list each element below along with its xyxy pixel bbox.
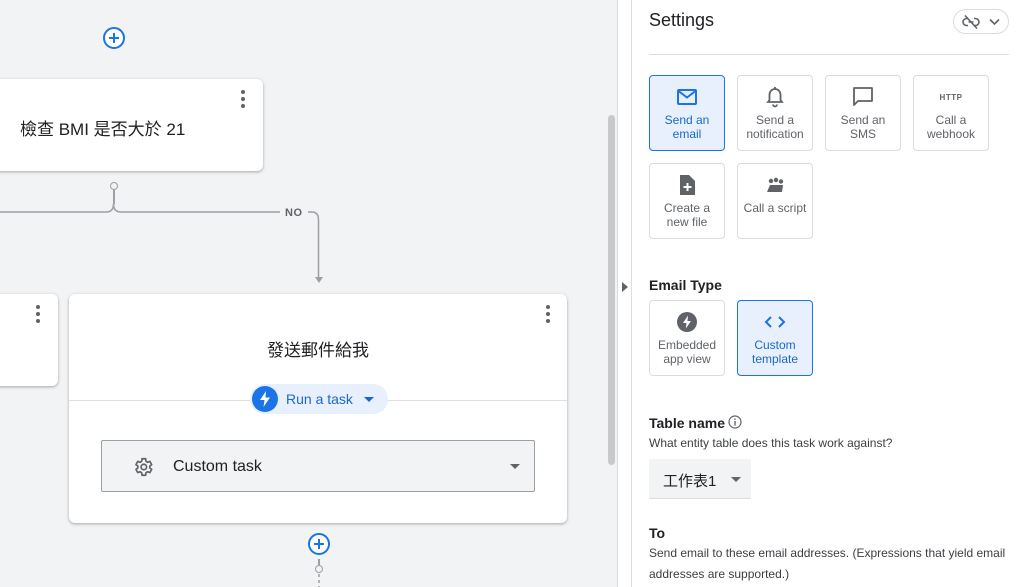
tile-send-notification[interactable]: Send a notification bbox=[737, 75, 813, 151]
scrollbar-thumb[interactable] bbox=[608, 115, 615, 465]
panel-collapse-handle[interactable] bbox=[618, 0, 632, 587]
bell-icon bbox=[766, 87, 784, 108]
tile-send-sms[interactable]: Send an SMS bbox=[825, 75, 901, 151]
connector-dashed-line bbox=[318, 574, 320, 587]
task-type-select[interactable]: Custom task bbox=[101, 440, 535, 492]
email-type-embedded-app-view[interactable]: Embedded app view bbox=[649, 300, 725, 376]
yes-branch-node-card[interactable] bbox=[0, 294, 58, 386]
sms-icon bbox=[853, 87, 873, 106]
tile-create-file[interactable]: Create a new file bbox=[649, 163, 725, 239]
new-file-icon bbox=[680, 175, 695, 195]
email-type-custom-template[interactable]: Custom template bbox=[737, 300, 813, 376]
workflow-canvas[interactable]: 檢查 BMI 是否大於 21 NO 發送郵件給我 Run a task Cust… bbox=[0, 0, 605, 587]
connector-arrowhead bbox=[315, 277, 323, 283]
run-task-label: Run a task bbox=[286, 391, 353, 407]
tile-call-script[interactable]: Call a script bbox=[737, 163, 813, 239]
add-step-top-button[interactable] bbox=[103, 27, 125, 49]
chevron-down-icon bbox=[731, 477, 741, 482]
table-name-value: 工作表1 bbox=[663, 473, 717, 490]
table-name-label: Table name bbox=[649, 415, 725, 431]
tile-send-email[interactable]: Send an email bbox=[649, 75, 725, 151]
condition-node-title: 檢查 BMI 是否大於 21 bbox=[20, 120, 186, 139]
table-name-help: What entity table does this task work ag… bbox=[649, 436, 893, 450]
tile-label: Call a script bbox=[743, 201, 807, 215]
yes-branch-node-more-icon[interactable] bbox=[35, 305, 41, 323]
branch-connectors bbox=[0, 203, 320, 278]
condition-node-more-icon[interactable] bbox=[240, 90, 246, 108]
add-step-bottom-button[interactable] bbox=[308, 533, 330, 555]
script-icon bbox=[767, 177, 784, 192]
code-icon bbox=[764, 316, 786, 328]
canvas-scrollbar[interactable] bbox=[605, 0, 618, 587]
chevron-down-icon bbox=[364, 397, 374, 402]
tile-label: Custom template bbox=[751, 338, 799, 366]
settings-title: Settings bbox=[649, 10, 715, 30]
tile-label: Call a webhook bbox=[926, 113, 976, 141]
tile-label: Create a new file bbox=[663, 201, 711, 229]
link-off-icon bbox=[962, 14, 980, 30]
run-task-chip[interactable]: Run a task bbox=[250, 384, 388, 414]
action-node-card[interactable]: 發送郵件給我 Run a task Custom task bbox=[69, 294, 567, 523]
chevron-down-icon bbox=[989, 18, 1000, 26]
connector-knob bbox=[110, 182, 118, 190]
settings-divider bbox=[649, 54, 1009, 55]
table-name-select[interactable]: 工作表1 bbox=[649, 459, 751, 499]
settings-panel: Settings Send an email Send a notificati… bbox=[633, 0, 1024, 587]
tile-label: Send a notification bbox=[746, 113, 804, 141]
info-icon[interactable] bbox=[728, 415, 742, 429]
email-icon bbox=[677, 89, 697, 105]
task-type-value: Custom task bbox=[173, 458, 262, 475]
http-icon: HTTP bbox=[939, 92, 963, 102]
to-help: Send email to these email addresses. (Ex… bbox=[649, 546, 1006, 581]
tile-call-webhook[interactable]: HTTP Call a webhook bbox=[913, 75, 989, 151]
to-label: To bbox=[649, 525, 666, 541]
action-node-title: 發送郵件給我 bbox=[267, 341, 369, 360]
condition-node-card[interactable]: 檢查 BMI 是否大於 21 bbox=[0, 79, 263, 171]
chevron-down-icon bbox=[510, 464, 520, 469]
action-node-more-icon[interactable] bbox=[545, 305, 551, 323]
bolt-icon bbox=[677, 312, 697, 332]
tile-label: Embedded app view bbox=[657, 338, 717, 366]
unlink-dropdown-button[interactable] bbox=[953, 9, 1009, 34]
connector-knob bbox=[315, 565, 323, 573]
branch-no-label: NO bbox=[285, 207, 303, 219]
bolt-icon bbox=[252, 386, 278, 412]
tile-label: Send an SMS bbox=[840, 113, 886, 141]
gear-icon bbox=[135, 457, 153, 477]
collapse-caret-icon[interactable] bbox=[622, 282, 628, 292]
tile-label: Send an email bbox=[664, 113, 710, 141]
email-type-label: Email Type bbox=[649, 277, 722, 293]
